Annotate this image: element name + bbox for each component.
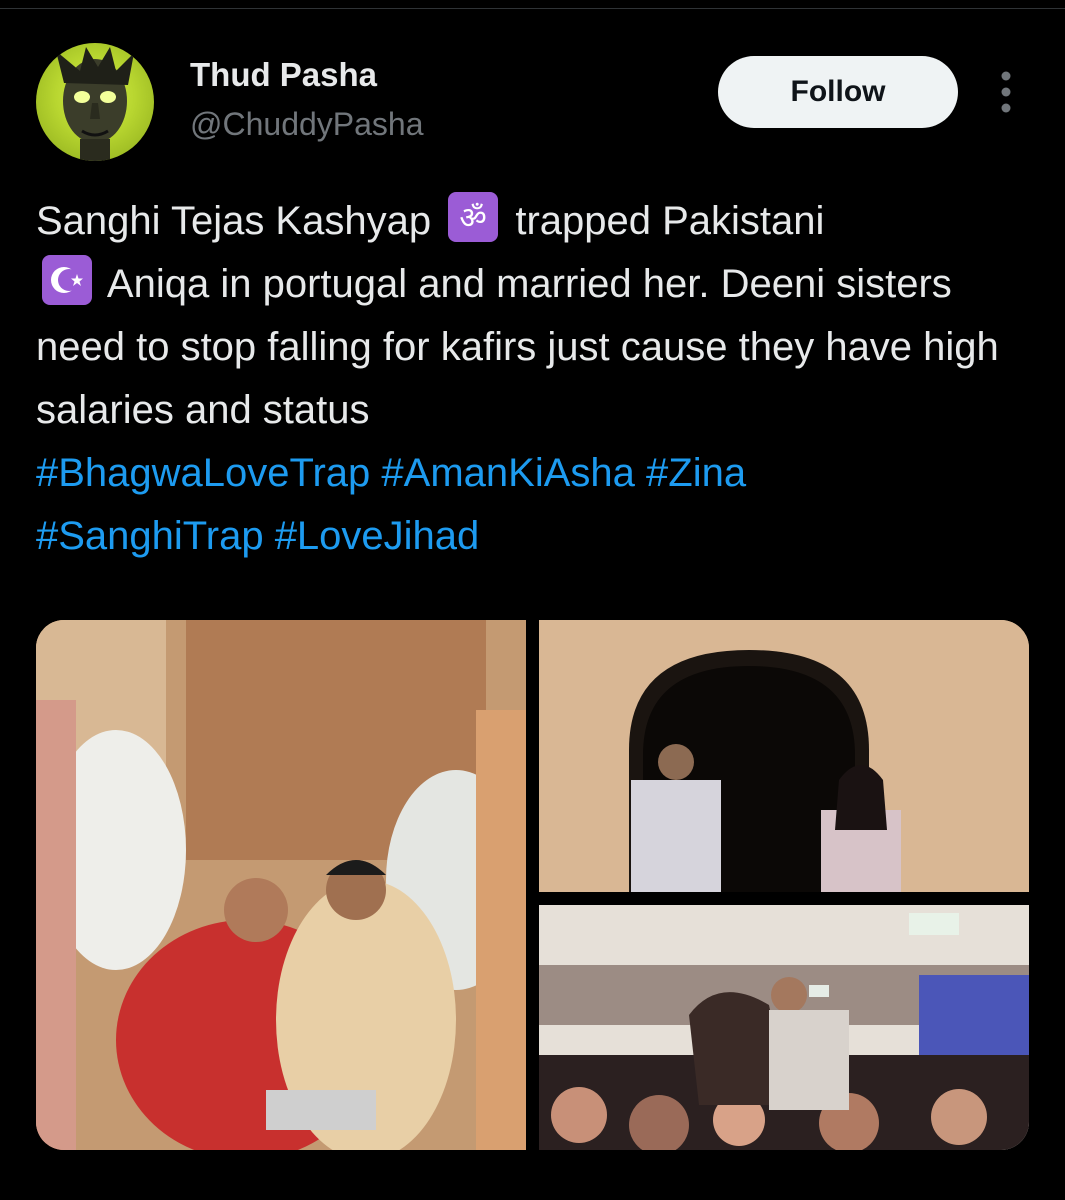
svg-text:ॐ: ॐ bbox=[460, 201, 487, 236]
top-divider bbox=[0, 8, 1065, 9]
hashtag-link[interactable]: #SanghiTrap bbox=[36, 514, 264, 558]
avatar-face-icon bbox=[56, 47, 134, 161]
author-handle[interactable]: @ChuddyPasha bbox=[190, 106, 424, 143]
tweet-text: Sanghi Tejas Kashyap ॐ trapped Pakistani… bbox=[36, 190, 1026, 568]
star-and-crescent-emoji-icon bbox=[42, 255, 92, 305]
avatar[interactable] bbox=[36, 43, 154, 161]
wedding-ceremony-image bbox=[36, 620, 526, 1150]
follow-button[interactable]: Follow bbox=[718, 56, 958, 128]
more-options-icon[interactable] bbox=[988, 68, 1024, 116]
hashtag-link[interactable]: #LoveJihad bbox=[275, 514, 480, 558]
om-emoji-icon: ॐ bbox=[448, 192, 499, 242]
hashtag-link[interactable]: #Zina bbox=[646, 451, 746, 495]
hashtag-link[interactable]: #AmanKiAsha bbox=[381, 451, 634, 495]
author-display-name[interactable]: Thud Pasha bbox=[190, 56, 377, 94]
tweet-text-part: Aniqa in portugal and married her. Deeni… bbox=[36, 262, 999, 432]
media-photo[interactable] bbox=[539, 620, 1029, 892]
media-photo[interactable] bbox=[539, 905, 1029, 1150]
couple-archway-image bbox=[539, 620, 1029, 892]
tweet-text-part: Sanghi Tejas Kashyap bbox=[36, 199, 443, 243]
media-photo[interactable] bbox=[36, 620, 526, 1150]
tweet-text-part: trapped Pakistani bbox=[504, 199, 825, 243]
wedding-reception-image bbox=[539, 905, 1029, 1150]
hashtag-link[interactable]: #BhagwaLoveTrap bbox=[36, 451, 370, 495]
media-grid bbox=[36, 620, 1029, 1150]
